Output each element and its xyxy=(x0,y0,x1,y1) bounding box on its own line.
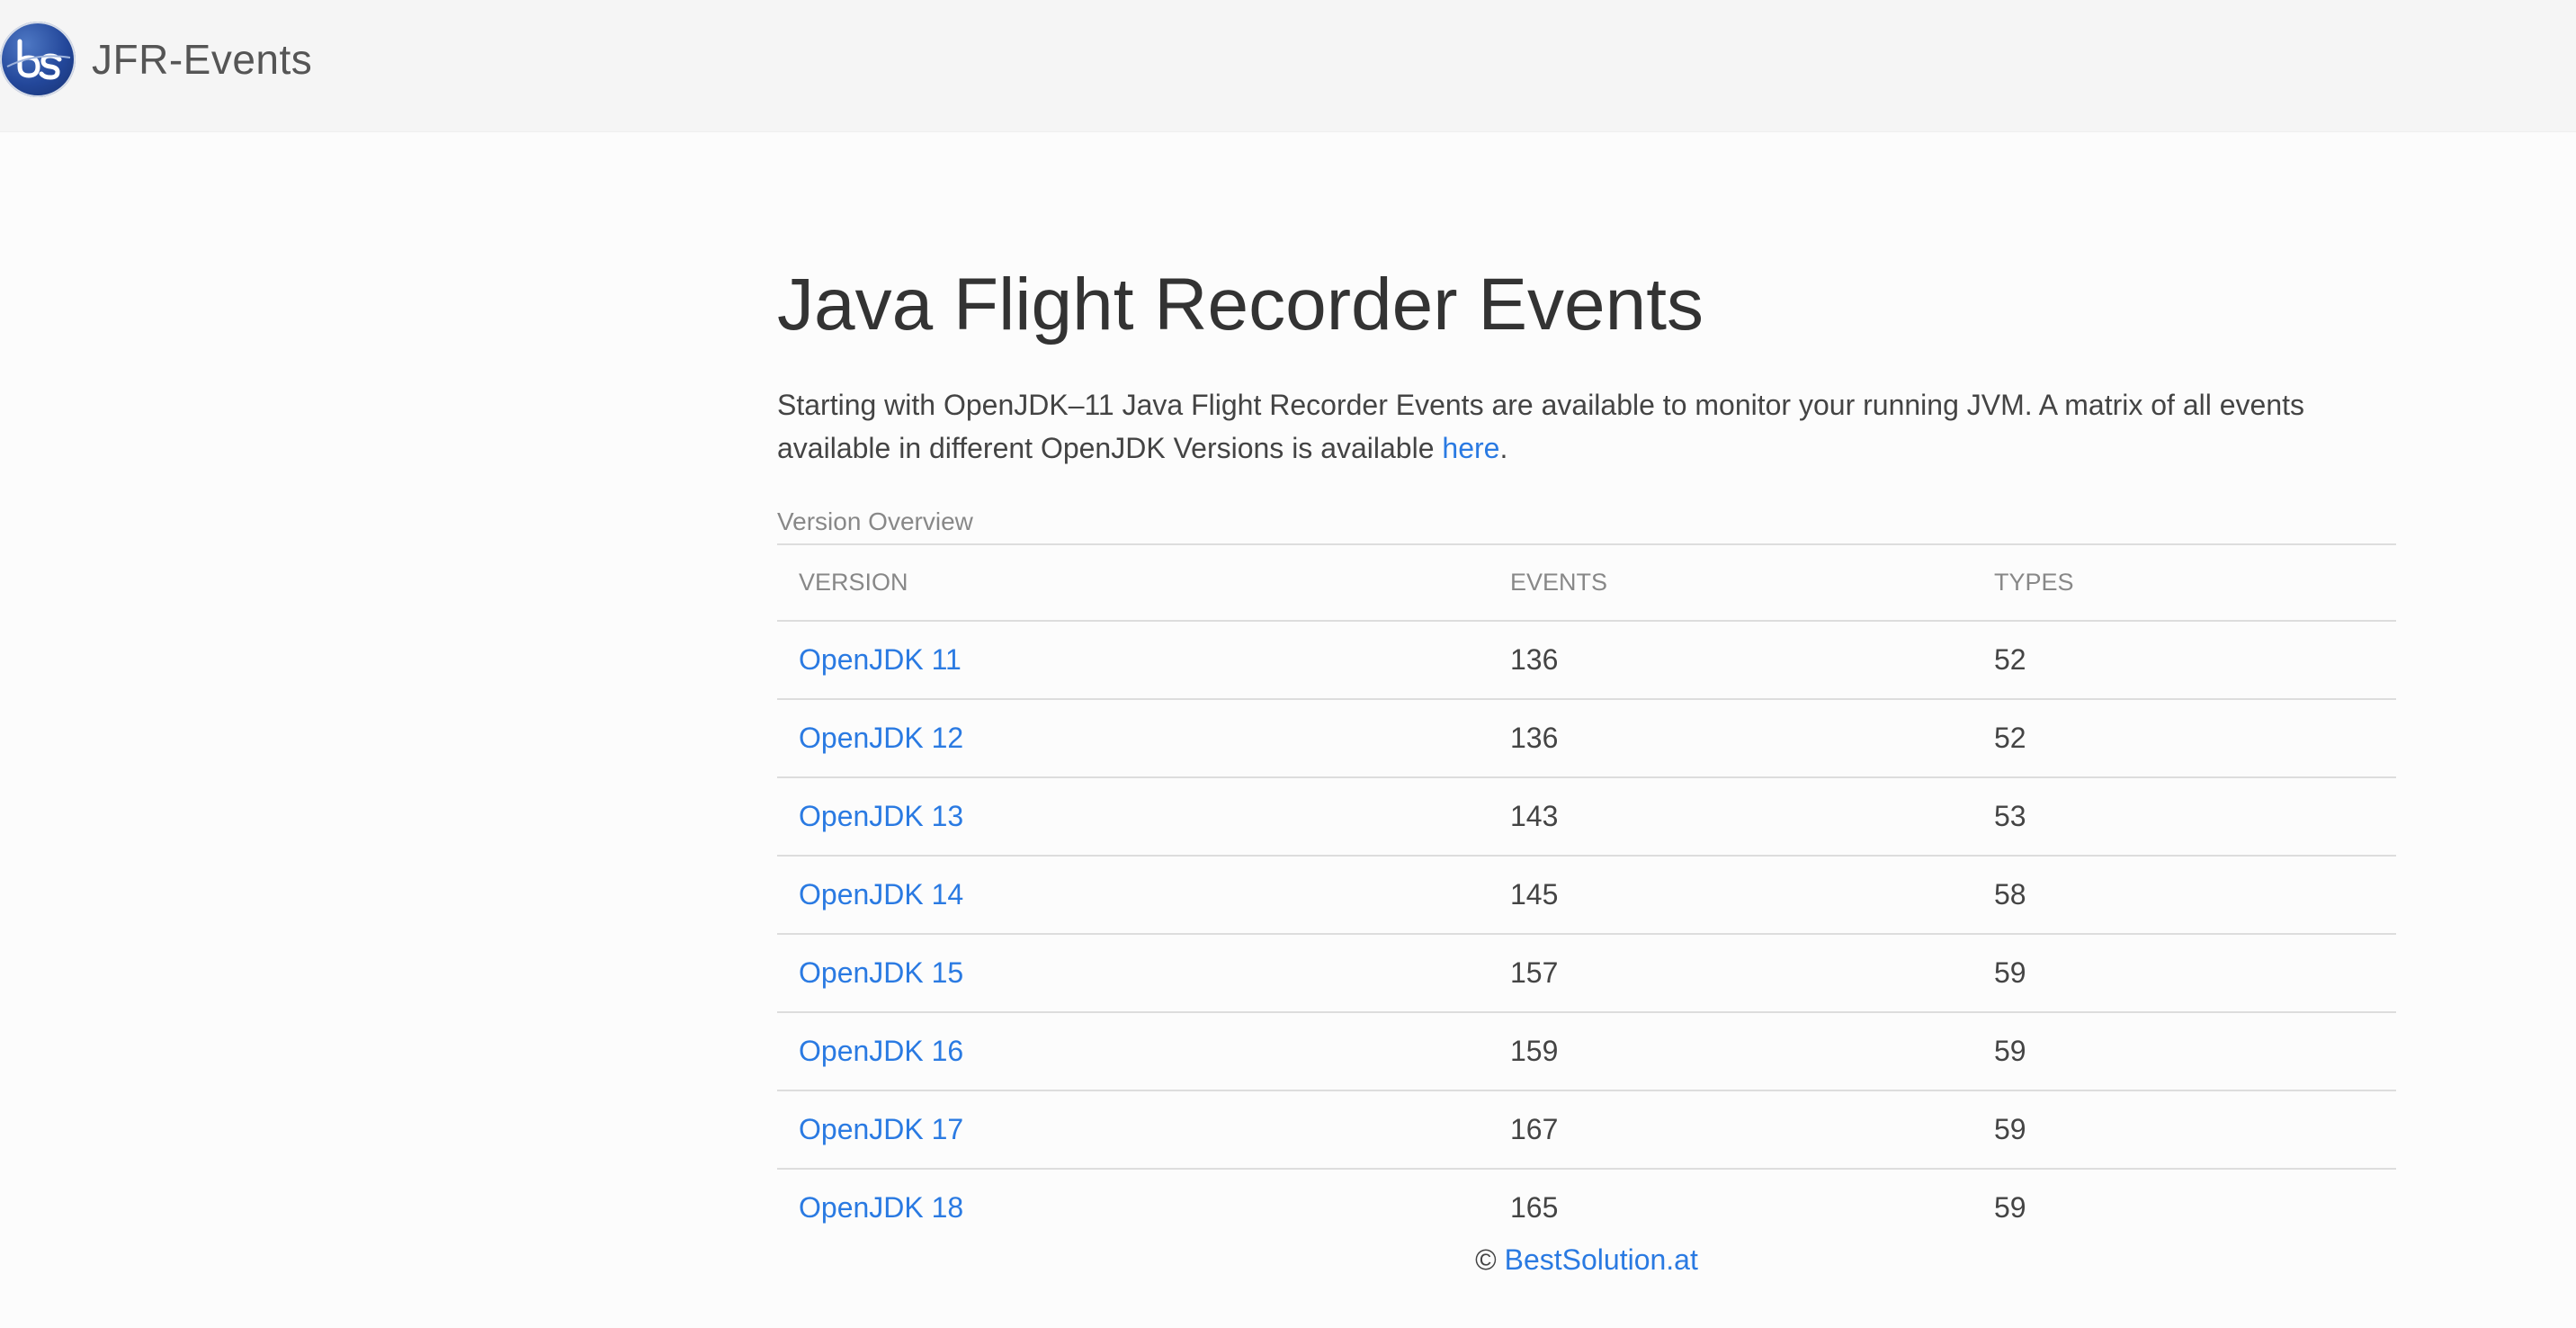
events-cell: 167 xyxy=(1489,1090,1972,1170)
events-cell: 136 xyxy=(1489,621,1972,700)
brand-name: JFR-Events xyxy=(92,36,313,83)
version-link[interactable]: OpenJDK 17 xyxy=(799,1113,963,1145)
version-table: Version Overview VERSION EVENTS TYPES Op… xyxy=(777,507,2396,1246)
events-cell: 145 xyxy=(1489,856,1972,935)
intro-end: . xyxy=(1499,432,1508,464)
types-cell: 59 xyxy=(1994,1191,2026,1224)
version-link[interactable]: OpenJDK 12 xyxy=(799,722,963,754)
bestsolution-logo-icon xyxy=(0,22,76,97)
copyright-symbol: © xyxy=(1475,1243,1505,1276)
matrix-link[interactable]: here xyxy=(1442,432,1499,464)
version-cell: OpenJDK 12 xyxy=(777,699,1489,778)
table-row: OpenJDK 11 136 52 xyxy=(777,621,2396,700)
version-cell: OpenJDK 16 xyxy=(777,1012,1489,1091)
version-link[interactable]: OpenJDK 11 xyxy=(799,643,962,676)
table-header-row: VERSION EVENTS TYPES xyxy=(777,544,2396,622)
table-row: OpenJDK 13 143 53 xyxy=(777,777,2396,857)
version-cell: OpenJDK 11 xyxy=(777,621,1489,700)
events-cell: 143 xyxy=(1489,777,1972,857)
types-cell: 52 xyxy=(1972,699,2396,778)
types-cell: 58 xyxy=(1972,856,2396,935)
types-cell: 59 xyxy=(1972,934,2396,1013)
events-cell: 165 xyxy=(1510,1191,1559,1224)
events-cell: 157 xyxy=(1489,934,1972,1013)
version-cell: OpenJDK 18 xyxy=(777,1169,1489,1246)
table-row: OpenJDK 15 157 59 xyxy=(777,934,2396,1013)
logo-graphic xyxy=(6,39,71,80)
table-caption: Version Overview xyxy=(777,507,973,535)
intro-text: Starting with OpenJDK–11 Java Flight Rec… xyxy=(777,389,2304,464)
version-link[interactable]: OpenJDK 14 xyxy=(799,878,963,911)
footer-link[interactable]: BestSolution.at xyxy=(1505,1243,1698,1276)
footer: © BestSolution.at xyxy=(0,1243,2576,1277)
types-cell: 53 xyxy=(1972,777,2396,857)
header-types: TYPES xyxy=(1972,544,2396,622)
version-link[interactable]: OpenJDK 18 xyxy=(799,1191,963,1224)
version-link[interactable]: OpenJDK 13 xyxy=(799,800,963,832)
navbar: JFR-Events xyxy=(0,0,2576,132)
intro-paragraph: Starting with OpenJDK–11 Java Flight Rec… xyxy=(777,383,2396,470)
table-row: OpenJDK 16 159 59 xyxy=(777,1012,2396,1091)
table-row: OpenJDK 14 145 58 xyxy=(777,856,2396,935)
events-cell: 159 xyxy=(1489,1012,1972,1091)
types-cell: 52 xyxy=(1972,621,2396,700)
version-cell: OpenJDK 15 xyxy=(777,934,1489,1013)
version-cell: OpenJDK 14 xyxy=(777,856,1489,935)
brand-link[interactable]: JFR-Events xyxy=(0,22,312,97)
types-cell: 59 xyxy=(1972,1090,2396,1170)
table-row: OpenJDK 17 167 59 xyxy=(777,1090,2396,1170)
table-row: OpenJDK 12 136 52 xyxy=(777,699,2396,778)
version-cell: OpenJDK 13 xyxy=(777,777,1489,857)
version-link[interactable]: OpenJDK 15 xyxy=(799,956,963,989)
table-row: OpenJDK 18 165 59 xyxy=(777,1169,2396,1246)
version-cell: OpenJDK 17 xyxy=(777,1090,1489,1170)
version-link[interactable]: OpenJDK 16 xyxy=(799,1035,963,1067)
types-cell: 59 xyxy=(1972,1012,2396,1091)
page-title: Java Flight Recorder Events xyxy=(777,264,1704,345)
header-events: EVENTS xyxy=(1489,544,1972,622)
header-version: VERSION xyxy=(777,544,1489,622)
events-cell: 136 xyxy=(1489,699,1972,778)
